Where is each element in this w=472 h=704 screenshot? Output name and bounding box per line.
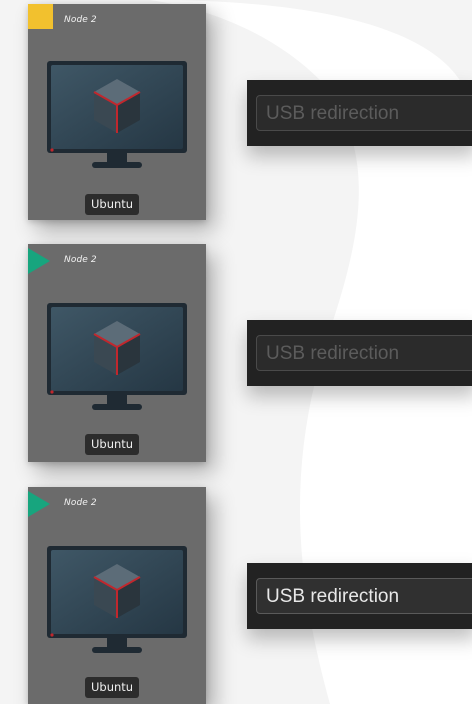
node-name: Node 2: [64, 15, 97, 25]
node-name: Node 2: [64, 498, 97, 508]
monitor-icon: [47, 546, 187, 653]
os-badge: Ubuntu: [85, 194, 140, 215]
os-badge: Ubuntu: [85, 677, 140, 698]
usb-panel: USB redirection: [247, 563, 472, 629]
node-card[interactable]: Node 2 Ubuntu: [28, 487, 206, 704]
usb-redirection-button[interactable]: USB redirection: [256, 335, 472, 371]
running-status-icon: [28, 248, 50, 274]
stopped-status-icon: [28, 4, 53, 29]
usb-redirection-button[interactable]: USB redirection: [256, 95, 472, 131]
os-badge: Ubuntu: [85, 434, 140, 455]
usb-panel: USB redirection: [247, 80, 472, 146]
node-card[interactable]: Node 2 Ubuntu: [28, 244, 206, 462]
node-card[interactable]: Node 2 Ubuntu: [28, 4, 206, 220]
monitor-icon: [47, 303, 187, 410]
running-status-icon: [28, 491, 50, 517]
usb-panel: USB redirection: [247, 320, 472, 386]
usb-redirection-button[interactable]: USB redirection: [256, 578, 472, 614]
monitor-icon: [47, 61, 187, 168]
node-name: Node 2: [64, 255, 97, 265]
